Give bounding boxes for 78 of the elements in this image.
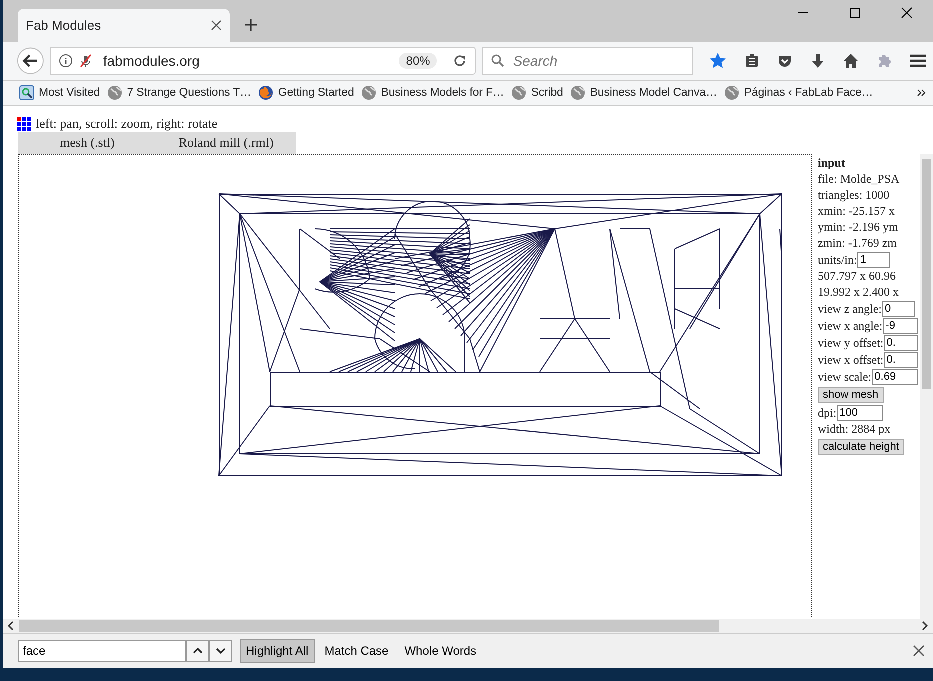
action-button[interactable]: show mesh bbox=[818, 387, 884, 403]
info-icon[interactable] bbox=[59, 54, 74, 68]
close-tab-icon[interactable] bbox=[211, 20, 222, 31]
field-label: view z angle: bbox=[818, 302, 882, 316]
address-bar[interactable]: fabmodules.org 80% bbox=[50, 47, 476, 75]
grid-logo-icon bbox=[17, 116, 32, 132]
bookmark-link[interactable]: Páginas ‹ FabLab Face… bbox=[724, 85, 874, 101]
input-field[interactable]: 0. bbox=[884, 335, 918, 351]
globe-icon bbox=[361, 85, 378, 101]
find-option-button[interactable]: Match Case bbox=[318, 639, 395, 663]
scroll-right-icon[interactable] bbox=[921, 621, 929, 631]
maximize-icon[interactable] bbox=[849, 7, 861, 19]
action-button[interactable]: calculate height bbox=[818, 439, 904, 455]
zoom-level-badge[interactable]: 80% bbox=[399, 53, 438, 69]
info-text: triangles: 1000 bbox=[818, 188, 891, 203]
info-text: xmin: -25.157 x bbox=[818, 204, 896, 219]
chevron-icon[interactable] bbox=[917, 88, 927, 98]
find-option-button[interactable]: Whole Words bbox=[398, 639, 483, 663]
previous-match-button[interactable] bbox=[186, 640, 209, 662]
field-label: units/in: bbox=[818, 252, 858, 268]
info-text: file: Molde_PSA bbox=[818, 172, 901, 187]
input-field[interactable]: -9 bbox=[882, 318, 918, 334]
bookmark-link[interactable]: Getting Started bbox=[258, 85, 354, 101]
input-field[interactable]: 1 bbox=[857, 252, 890, 268]
vertical-scrollbar[interactable] bbox=[920, 154, 933, 619]
caret-down-icon bbox=[216, 647, 226, 655]
input-field[interactable]: 100 bbox=[836, 405, 883, 421]
input-field[interactable]: 0.69 bbox=[872, 369, 918, 385]
field-label: view x angle: bbox=[818, 318, 883, 334]
info-text: 19.992 x 2.400 x bbox=[818, 285, 900, 300]
next-match-button[interactable] bbox=[209, 640, 232, 662]
star-icon[interactable] bbox=[709, 52, 727, 70]
section-heading: input bbox=[818, 156, 846, 171]
bookmark-link[interactable]: Scribd bbox=[511, 85, 564, 101]
field-label: view x offset: bbox=[818, 352, 884, 368]
input-field[interactable]: 0 bbox=[882, 301, 915, 317]
info-text: 507.797 x 60.96 bbox=[818, 269, 897, 284]
close-icon[interactable] bbox=[901, 7, 913, 19]
page-tab[interactable]: Roland mill (.rml) bbox=[178, 135, 274, 151]
globe-icon bbox=[570, 85, 586, 101]
bookmark-link[interactable]: Business Model Canva… bbox=[570, 85, 718, 101]
new-tab-icon[interactable] bbox=[244, 18, 258, 32]
browser-tab[interactable]: Fab Modules bbox=[18, 9, 230, 42]
info-text: width: 2884 px bbox=[818, 422, 892, 437]
info-text: zmin: -1.769 zm bbox=[818, 236, 898, 251]
caret-up-icon bbox=[192, 647, 202, 655]
input-field[interactable]: 0. bbox=[884, 352, 918, 368]
fox-globe-icon bbox=[258, 85, 274, 101]
search-bar[interactable]: Search bbox=[482, 47, 693, 75]
horizontal-scrollbar[interactable] bbox=[3, 619, 933, 633]
search-icon bbox=[491, 54, 506, 68]
view-area[interactable] bbox=[18, 154, 812, 617]
field-label: view scale: bbox=[818, 370, 872, 384]
info-text: ymin: -2.196 ym bbox=[818, 220, 900, 235]
field-label: view y offset: bbox=[818, 336, 884, 350]
scroll-left-icon[interactable] bbox=[7, 621, 15, 631]
pocket-icon[interactable] bbox=[777, 53, 793, 69]
bookmark-link[interactable]: 7 Strange Questions T… bbox=[107, 85, 252, 101]
find-field[interactable]: face bbox=[18, 640, 186, 662]
globe-icon bbox=[724, 85, 740, 101]
reading-list-icon[interactable] bbox=[744, 53, 760, 69]
instructions-text: left: pan, scroll: zoom, right: rotate bbox=[36, 116, 218, 132]
close-icon[interactable] bbox=[913, 645, 925, 657]
field-label: dpi: bbox=[818, 406, 837, 420]
globe-icon bbox=[107, 85, 124, 101]
reload-icon[interactable] bbox=[453, 54, 468, 68]
find-option-button[interactable]: Highlight All bbox=[240, 639, 315, 663]
page-tab[interactable]: mesh (.stl) bbox=[60, 135, 115, 151]
crossed-microphone-icon[interactable] bbox=[79, 54, 94, 68]
globe-icon bbox=[511, 85, 528, 101]
bookmark-link[interactable]: Business Models for F… bbox=[361, 85, 504, 101]
download-icon[interactable] bbox=[810, 53, 826, 69]
menu-icon[interactable] bbox=[909, 53, 927, 69]
home-icon[interactable] bbox=[843, 53, 859, 69]
folder-search-icon bbox=[19, 85, 35, 101]
url-text: fabmodules.org bbox=[103, 53, 201, 69]
bookmark-link[interactable]: Most Visited bbox=[19, 85, 100, 101]
back-icon[interactable] bbox=[17, 46, 44, 76]
